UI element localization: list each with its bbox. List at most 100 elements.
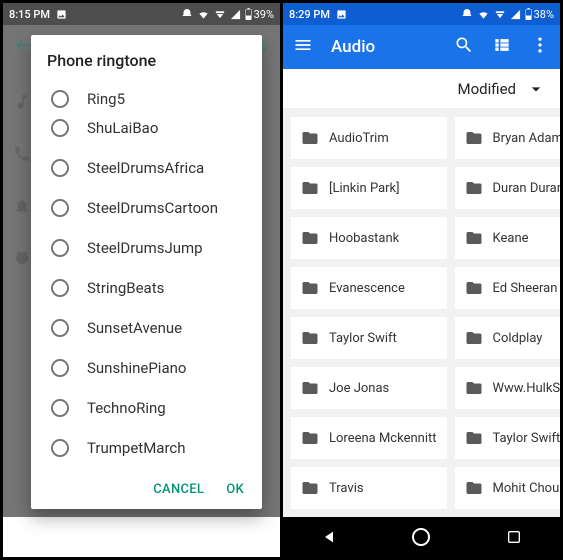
phone-right: 8:29 PM 38% Audio Modified AudioTrim Brya… [283, 3, 560, 557]
nav-recent-icon[interactable] [506, 529, 522, 545]
folder-name: Evanescence [329, 281, 405, 296]
folder-tile[interactable]: Coldplay [455, 317, 561, 359]
radio-icon [51, 239, 69, 257]
folder-name: Mohit Chouhan [493, 481, 561, 496]
folder-icon [465, 479, 483, 497]
folder-tile[interactable]: Hoobastank [291, 217, 447, 259]
folder-icon [301, 179, 319, 197]
ringtone-option[interactable]: TrumpetMarch [37, 428, 262, 468]
folder-tile[interactable]: Evanescence [291, 267, 447, 309]
folder-tile[interactable]: Keane [455, 217, 561, 259]
folder-icon [465, 429, 483, 447]
phone-icon [13, 145, 31, 163]
ringtone-list[interactable]: Ring5 ShuLaiBao SteelDrumsAfrica SteelDr… [31, 78, 262, 472]
signal-icon [230, 9, 241, 20]
sort-bar[interactable]: Modified [283, 69, 560, 109]
folder-name: Duran Duran [493, 181, 561, 196]
folder-icon [465, 279, 483, 297]
folder-icon [465, 329, 483, 347]
alarm-icon [181, 8, 193, 20]
ringtone-option[interactable]: SteelDrumsAfrica [37, 148, 262, 188]
wifi-icon [477, 9, 490, 20]
bg-category-icons [13, 93, 31, 267]
folder-tile[interactable]: Loreena Mckennitt [291, 417, 447, 459]
folder-tile[interactable]: [Linkin Park] [291, 167, 447, 209]
folder-icon [301, 329, 319, 347]
overflow-button[interactable] [530, 35, 550, 59]
folder-tile[interactable]: Ed Sheeran [455, 267, 561, 309]
folder-name: [Linkin Park] [329, 181, 400, 196]
folder-tile[interactable]: Www.HulkShare [455, 367, 561, 409]
dialog-actions: CANCEL OK [31, 472, 262, 509]
battery-pct: 39% [254, 8, 274, 21]
folder-tile[interactable]: Bryan Adams [455, 117, 561, 159]
folder-tile[interactable]: Travis [291, 467, 447, 509]
app-bar: Audio [283, 25, 560, 69]
radio-icon [51, 359, 69, 377]
folder-icon [301, 479, 319, 497]
folder-name: AudioTrim [329, 131, 389, 146]
status-bar: 8:15 PM 39% [3, 3, 280, 25]
sort-label: Modified [458, 80, 516, 98]
more-vert-icon [530, 35, 550, 55]
ringtone-dialog: Phone ringtone Ring5 ShuLaiBao SteelDrum… [31, 35, 262, 509]
folder-tile[interactable]: Duran Duran [455, 167, 561, 209]
folder-tile[interactable]: Joe Jonas [291, 367, 447, 409]
menu-button[interactable] [293, 35, 313, 59]
bell-icon [13, 197, 31, 215]
ok-button[interactable]: OK [226, 482, 244, 497]
wifi-icon [197, 9, 210, 20]
search-button[interactable] [454, 35, 474, 59]
vowifi-icon [494, 9, 506, 20]
status-time: 8:15 PM [9, 8, 50, 21]
radio-icon [51, 399, 69, 417]
folder-icon [465, 379, 483, 397]
folder-tile[interactable]: Taylor Swift Songs [455, 417, 561, 459]
music-icon [13, 93, 31, 111]
folder-icon [301, 279, 319, 297]
folder-name: Taylor Swift [329, 331, 397, 346]
folder-name: Loreena Mckennitt [329, 431, 437, 446]
nav-bar [283, 517, 560, 557]
ringtone-option[interactable]: SteelDrumsJump [37, 228, 262, 268]
folder-icon [465, 129, 483, 147]
radio-icon [51, 90, 69, 108]
ringtone-option[interactable]: Ring5 [37, 78, 262, 108]
radio-icon [51, 199, 69, 217]
nav-back-icon[interactable] [321, 529, 337, 545]
radio-icon [51, 279, 69, 297]
folder-tile[interactable]: Taylor Swift [291, 317, 447, 359]
ringtone-option[interactable]: TechnoRing [37, 388, 262, 428]
folder-name: Bryan Adams [493, 131, 561, 146]
folder-name: Joe Jonas [329, 381, 389, 396]
folder-tile[interactable]: AudioTrim [291, 117, 447, 159]
battery-icon [245, 8, 252, 20]
ringtone-option[interactable]: SunshinePiano [37, 348, 262, 388]
ringtone-option[interactable]: ShuLaiBao [37, 108, 262, 148]
folder-name: Taylor Swift Songs [493, 431, 561, 446]
ringtone-option[interactable]: SteelDrumsCartoon [37, 188, 262, 228]
folder-grid[interactable]: AudioTrim Bryan Adams [Linkin Park] Duran D… [283, 109, 560, 517]
signal-icon [510, 9, 521, 20]
ringtone-option[interactable]: SunsetAvenue [37, 308, 262, 348]
radio-icon [51, 319, 69, 337]
battery-pct: 38% [534, 8, 554, 21]
cancel-button[interactable]: CANCEL [153, 482, 204, 497]
folder-tile[interactable]: Mohit Chouhan [455, 467, 561, 509]
search-icon [454, 35, 474, 55]
list-view-icon [492, 35, 512, 55]
back-arrow-icon [13, 35, 33, 55]
folder-name: Coldplay [493, 331, 543, 346]
nav-home-icon[interactable] [412, 528, 430, 546]
radio-icon [51, 159, 69, 177]
vowifi-icon [214, 9, 226, 20]
folder-icon [301, 379, 319, 397]
radio-icon [51, 119, 69, 137]
hamburger-icon [293, 35, 313, 55]
radio-icon [51, 439, 69, 457]
picture-icon [336, 9, 347, 20]
view-toggle-button[interactable] [492, 35, 512, 59]
folder-icon [465, 179, 483, 197]
status-bar: 8:29 PM 38% [283, 3, 560, 25]
ringtone-option[interactable]: StringBeats [37, 268, 262, 308]
